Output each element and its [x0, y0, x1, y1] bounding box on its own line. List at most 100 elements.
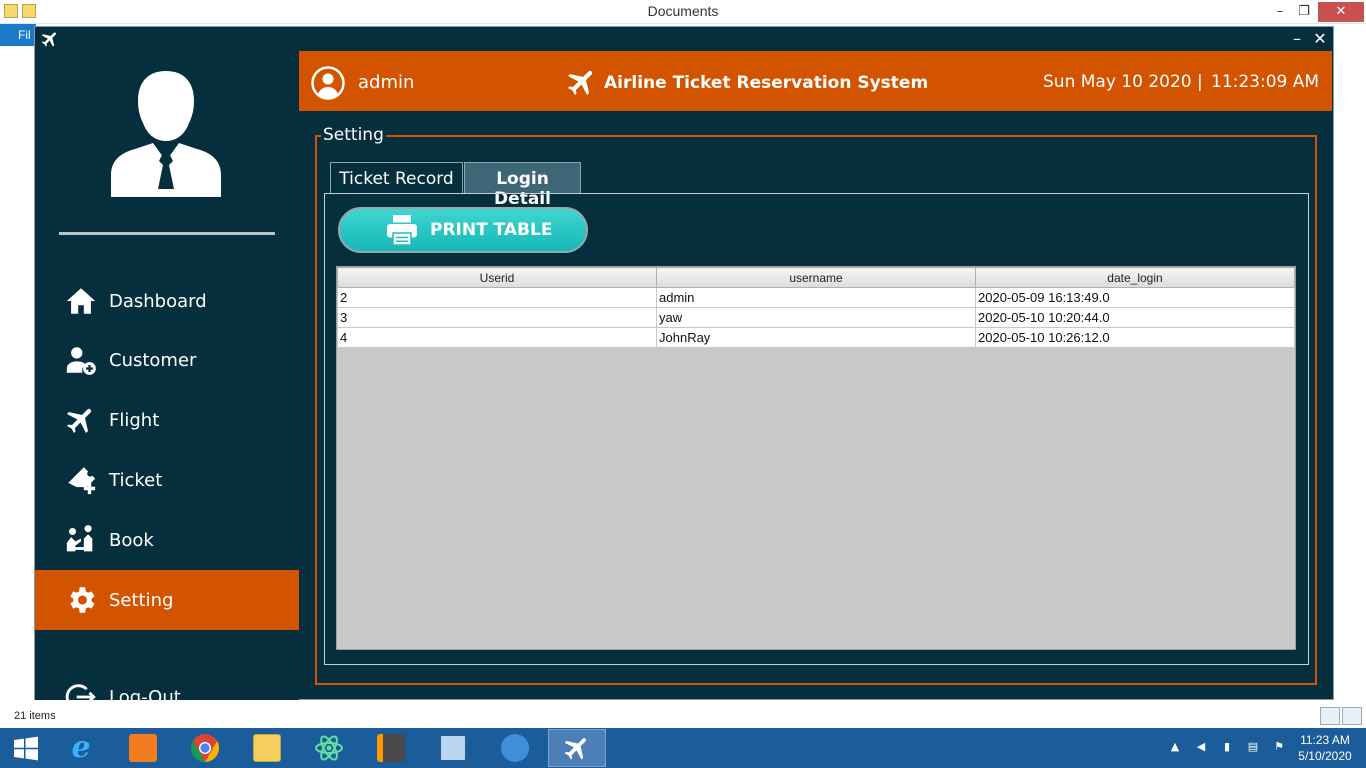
- internet-explorer-icon: e: [71, 730, 91, 765]
- sidebar-item-label: Dashboard: [109, 290, 207, 312]
- tab-ticket-record[interactable]: Ticket Record: [330, 162, 463, 193]
- sidebar-item-flight[interactable]: Flight: [35, 390, 299, 450]
- explorer-restore-button[interactable]: ❐: [1290, 2, 1318, 22]
- table-row[interactable]: 2 admin 2020-05-09 16:13:49.0: [337, 287, 1295, 308]
- dolphin-icon: [501, 734, 529, 762]
- gear-icon: [63, 582, 99, 618]
- chevron-up-icon[interactable]: ▲: [1168, 740, 1182, 754]
- internet-explorer-taskbar-button[interactable]: e: [52, 729, 110, 767]
- login-table: Userid username date_login 2 admin 2020-…: [337, 267, 1295, 348]
- login-table-container[interactable]: Userid username date_login 2 admin 2020-…: [336, 266, 1296, 650]
- table-row[interactable]: 3 yaw 2020-05-10 10:20:44.0: [337, 307, 1295, 328]
- sidebar-item-label: Flight: [109, 409, 160, 431]
- taskbar-date: 5/10/2020: [1298, 749, 1352, 763]
- header-time: 11:23:09 AM: [1211, 72, 1320, 92]
- sidebar-item-label: Book: [109, 529, 154, 551]
- app-window: – ✕ Dashboard Customer Flight Ticket Boo…: [34, 26, 1334, 710]
- app-close-button[interactable]: ✕: [1309, 27, 1331, 51]
- large-icons-view-icon[interactable]: [1342, 707, 1362, 725]
- app-minimize-button[interactable]: –: [1286, 27, 1308, 51]
- taskbar-time: 11:23 AM: [1300, 733, 1350, 747]
- explorer-titlebar: Documents – ❐ ✕: [0, 0, 1366, 24]
- cell-userid[interactable]: 2: [337, 287, 657, 308]
- ticket-icon: [63, 462, 99, 498]
- column-header-userid[interactable]: Userid: [337, 267, 657, 288]
- print-table-button[interactable]: PRINT TABLE: [338, 207, 588, 253]
- sidebar-item-label: Setting: [109, 589, 174, 611]
- plane-icon: [567, 70, 593, 96]
- plane-icon: [63, 402, 99, 438]
- system-tray: ▲ ◀ ▮ ▤ ⚑: [1168, 740, 1286, 754]
- login-detail-tab-content: PRINT TABLE Userid username date_login 2: [324, 193, 1309, 665]
- xampp-taskbar-button[interactable]: [114, 729, 172, 767]
- virtualbox-taskbar-button[interactable]: [424, 729, 482, 767]
- current-user-name: admin: [358, 72, 415, 93]
- printer-icon: [387, 215, 417, 246]
- sublime-text-taskbar-button[interactable]: [362, 729, 420, 767]
- cell-date-login[interactable]: 2020-05-10 10:20:44.0: [975, 307, 1295, 328]
- cell-username[interactable]: JohnRay: [656, 327, 976, 348]
- sidebar-item-label: Customer: [109, 349, 197, 371]
- column-header-username[interactable]: username: [656, 267, 976, 288]
- book-icon: [63, 522, 99, 558]
- cell-date-login[interactable]: 2020-05-09 16:13:49.0: [975, 287, 1295, 308]
- cell-date-login[interactable]: 2020-05-10 10:26:12.0: [975, 327, 1295, 348]
- print-table-label: PRINT TABLE: [430, 220, 553, 240]
- header-date: Sun May 10 2020 |: [1043, 72, 1203, 92]
- network-icon[interactable]: ▤: [1246, 740, 1260, 754]
- volume-icon[interactable]: ◀: [1194, 740, 1208, 754]
- explorer-window-title: Documents: [647, 3, 719, 19]
- table-header-row: Userid username date_login: [337, 267, 1295, 288]
- xampp-icon: [129, 734, 157, 762]
- folder-icon: [253, 734, 281, 762]
- cell-userid[interactable]: 3: [337, 307, 657, 328]
- sidebar: Dashboard Customer Flight Ticket Book Se…: [35, 51, 299, 710]
- sidebar-item-logout[interactable]: Log-Out: [35, 667, 299, 727]
- user-avatar-icon: [111, 71, 221, 197]
- atom-icon: [315, 735, 343, 761]
- setting-panel: Setting Ticket Record Login Detail PRINT…: [315, 125, 1317, 685]
- taskbar-clock[interactable]: 11:23 AM 5/10/2020: [1290, 732, 1360, 764]
- column-header-date-login[interactable]: date_login: [975, 267, 1295, 288]
- plane-icon: [564, 738, 586, 760]
- user-add-icon: [63, 342, 99, 378]
- logout-icon: [63, 679, 99, 715]
- windows-start-icon[interactable]: [4, 732, 48, 764]
- explorer-close-button[interactable]: ✕: [1318, 2, 1364, 22]
- user-circle-icon: [311, 66, 345, 100]
- header-bar: admin Airline Ticket Reservation System …: [299, 51, 1332, 111]
- plane-icon: [41, 32, 56, 47]
- chrome-taskbar-button[interactable]: [176, 729, 234, 767]
- battery-icon[interactable]: ▮: [1220, 740, 1234, 754]
- chrome-icon: [191, 734, 219, 762]
- sublime-text-icon: [377, 734, 405, 762]
- table-row[interactable]: 4 JohnRay 2020-05-10 10:26:12.0: [337, 327, 1295, 348]
- home-icon: [63, 283, 99, 319]
- sidebar-divider: [59, 232, 275, 235]
- cube-icon: [439, 734, 467, 762]
- sidebar-item-customer[interactable]: Customer: [35, 330, 299, 390]
- app-titlebar: – ✕: [35, 27, 1333, 51]
- explorer-file-tab[interactable]: Fil: [0, 24, 36, 46]
- explorer-right-edge: [1332, 24, 1366, 704]
- cell-userid[interactable]: 4: [337, 327, 657, 348]
- sidebar-item-label: Log-Out: [109, 686, 181, 708]
- sidebar-item-book[interactable]: Book: [35, 510, 299, 570]
- file-explorer-taskbar-button[interactable]: [238, 729, 296, 767]
- tab-login-detail[interactable]: Login Detail: [464, 162, 581, 209]
- mysql-workbench-taskbar-button[interactable]: [486, 729, 544, 767]
- atom-taskbar-button[interactable]: [300, 729, 358, 767]
- app-title: Airline Ticket Reservation System: [604, 73, 929, 93]
- sidebar-item-ticket[interactable]: Ticket: [35, 450, 299, 510]
- cell-username[interactable]: yaw: [656, 307, 976, 328]
- sidebar-item-setting[interactable]: Setting: [35, 570, 299, 630]
- explorer-navigation-pane: [0, 46, 36, 706]
- setting-panel-title: Setting: [321, 125, 386, 145]
- sidebar-item-dashboard[interactable]: Dashboard: [35, 271, 299, 331]
- taskbar: e ▲ ◀ ▮ ▤ ⚑ 11:23 AM 5/10/2020: [0, 728, 1366, 768]
- sidebar-item-label: Ticket: [109, 469, 163, 491]
- details-view-icon[interactable]: [1320, 707, 1340, 725]
- airline-app-taskbar-button[interactable]: [548, 729, 606, 767]
- action-center-icon[interactable]: ⚑: [1272, 740, 1286, 754]
- cell-username[interactable]: admin: [656, 287, 976, 308]
